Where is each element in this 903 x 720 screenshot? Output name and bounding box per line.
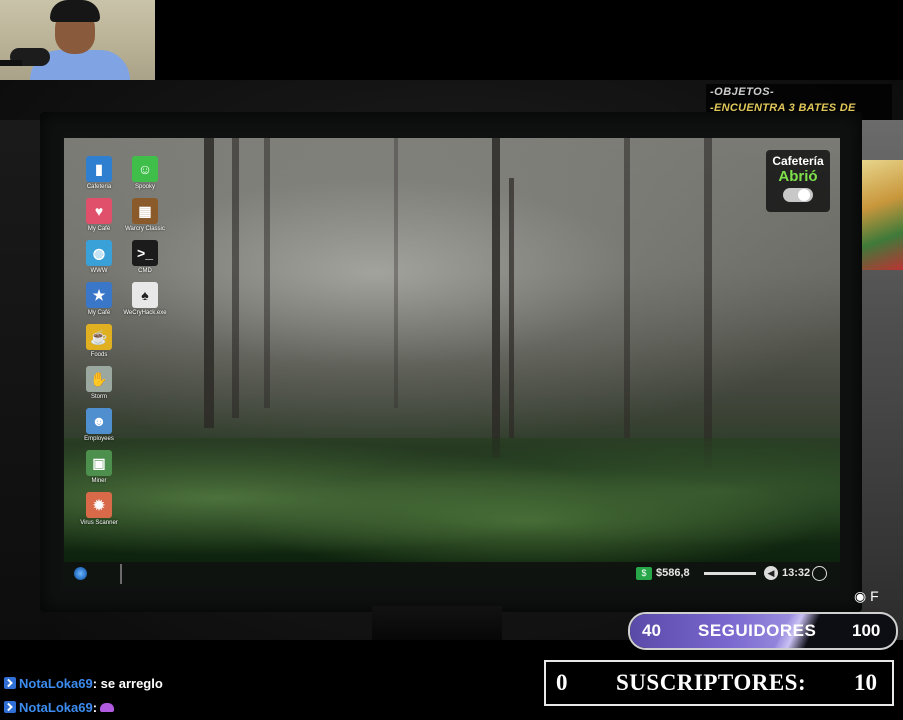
- followers-label: SEGUIDORES: [698, 621, 817, 640]
- webcam-overlay: [0, 0, 155, 86]
- desktop-icon[interactable]: ▣ Miner: [76, 450, 122, 484]
- game-icon: ▦: [132, 198, 158, 224]
- desktop-icon-label: My Café: [87, 226, 111, 232]
- desktop-icon-label: WeCryHack.exe: [123, 310, 167, 316]
- desktop-icon-label: My Café: [87, 310, 111, 316]
- desktop-screen[interactable]: ▮ Cafeteria ☺ Spooky ♥ My Café ▦ Warcry Classic…: [64, 138, 840, 586]
- desktop-icon[interactable]: ▮ Cafeteria: [76, 156, 122, 190]
- chat-text: : se arreglo: [92, 676, 163, 691]
- desktop-icon[interactable]: ◍ WWW: [76, 240, 122, 274]
- desktop-icon-label: WWW: [90, 268, 108, 274]
- wallpaper-tree: [492, 138, 500, 458]
- desktop-icon[interactable]: ▦ Warcry Classic: [122, 198, 168, 232]
- chat-username: NotaLoka69: [19, 700, 93, 715]
- spade-icon: ♠: [132, 282, 158, 308]
- chat-badge-icon: [4, 701, 16, 713]
- monitor-stand: [372, 606, 502, 640]
- cafeteria-open-toggle[interactable]: [783, 188, 813, 202]
- toggle-knob: [798, 189, 810, 201]
- desktop-icon-label: Foods: [90, 352, 108, 358]
- wallpaper-tree: [624, 138, 630, 438]
- room-left-wall: [0, 120, 40, 640]
- subscribers-goal: 10: [854, 670, 877, 695]
- streamer-hair: [50, 0, 100, 22]
- taskbar-divider: [120, 564, 122, 584]
- desktop-icon-label: Virus Scanner: [80, 520, 118, 526]
- wallpaper-tree: [264, 138, 270, 408]
- emote-icon: [100, 703, 115, 712]
- desktop-icon[interactable]: ♥ My Café: [76, 198, 122, 232]
- viewers-indicator: ◉ F: [854, 588, 879, 605]
- cafeteria-title: Cafetería: [772, 154, 824, 168]
- subscribers-label: SUSCRIPTORES:: [616, 670, 807, 695]
- miner-icon: ▣: [86, 450, 112, 476]
- wallpaper-tree: [509, 178, 514, 438]
- desktop-icon[interactable]: ✹ Virus Scanner: [76, 492, 122, 526]
- chat-text: :: [92, 700, 98, 715]
- eye-icon: ◉: [854, 588, 867, 604]
- subscribers-goal-box: 0 SUSCRIPTORES: 10: [544, 660, 894, 706]
- followers-current: 40: [642, 621, 661, 640]
- chat-badge-icon: [4, 677, 16, 689]
- wallpaper-fog: [64, 138, 840, 438]
- desktop-icon-label: Cafeteria: [86, 184, 112, 190]
- employee-icon: ☻: [86, 408, 112, 434]
- objectives-title: -OBJETOS-: [710, 86, 775, 98]
- wallpaper-tree: [394, 138, 398, 408]
- food-icon: ☕: [86, 324, 112, 350]
- ghost-app-icon: ☺: [132, 156, 158, 182]
- clock-icon: [812, 566, 827, 581]
- cafeteria-widget: Cafetería Abrió: [766, 150, 830, 212]
- desktop-icon-label: Storm: [90, 394, 107, 400]
- desktop-icon-label: Spooky: [134, 184, 155, 190]
- followers-goal: 100: [852, 621, 881, 640]
- wallpaper-tree: [704, 138, 712, 468]
- taskbar-clock: 13:32: [782, 567, 811, 579]
- wall-poster: [862, 160, 903, 270]
- desktop-icon-label: Warcry Classic: [125, 226, 165, 232]
- desktop-icon-label: Miner: [91, 478, 107, 484]
- volume-slider[interactable]: [704, 572, 756, 575]
- viewers-label: F: [870, 588, 879, 604]
- followers-goal-bar: 40 SEGUIDORES 100: [628, 612, 898, 650]
- taskbar: $ $586,8 ◀ 13:32: [64, 562, 840, 586]
- wallpaper-tree: [204, 138, 214, 428]
- desktop-icon[interactable]: ☻ Employees: [76, 408, 122, 442]
- cafe-admin-icon: ♥: [86, 198, 112, 224]
- globe-icon: ◍: [86, 240, 112, 266]
- terminal-icon: >_: [132, 240, 158, 266]
- subscribers-current: 0: [556, 670, 568, 695]
- desktop-icon[interactable]: ♠ WeCryHack.exe: [122, 282, 168, 316]
- desktop-icon[interactable]: ☕ Foods: [76, 324, 122, 358]
- wallpaper-tree: [232, 138, 239, 418]
- money-balance: $586,8: [656, 567, 690, 579]
- desktop-icon[interactable]: ☺ Spooky: [122, 156, 168, 190]
- chat-username: NotaLoka69: [19, 676, 93, 691]
- mic-stand: [0, 60, 22, 66]
- speaker-icon[interactable]: ◀: [764, 566, 778, 580]
- phone-app-icon: ▮: [86, 156, 112, 182]
- virus-icon: ✹: [86, 492, 112, 518]
- start-button-icon[interactable]: [74, 567, 87, 580]
- cafeteria-status: Abrió: [778, 168, 818, 185]
- handshake-icon: ✋: [86, 366, 112, 392]
- desktop-icon[interactable]: ✋ Storm: [76, 366, 122, 400]
- chat-message: NotaLoka69: se arreglo: [4, 676, 163, 691]
- desktop-icon[interactable]: >_ CMD: [122, 240, 168, 274]
- desktop-icon[interactable]: ★ My Café: [76, 282, 122, 316]
- desktop-icon-label: CMD: [138, 268, 152, 274]
- star-icon: ★: [86, 282, 112, 308]
- chat-message: NotaLoka69:: [4, 700, 115, 715]
- dollar-icon: $: [636, 567, 652, 580]
- desktop-icon-label: Employees: [84, 436, 114, 442]
